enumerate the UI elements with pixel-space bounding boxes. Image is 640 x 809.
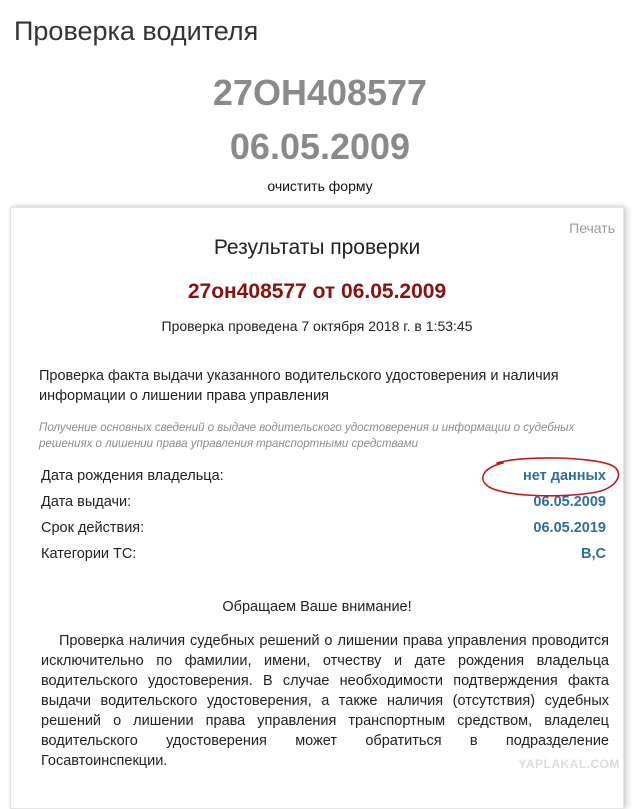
results-subtitle: 27он408577 от 06.05.2009 (187, 280, 447, 303)
field-row-categories: Категории ТС: B,C (41, 546, 606, 568)
check-timestamp: Проверка проведена 7 октября 2018 г. в 1… (161, 318, 473, 334)
section-note: Получение основных сведений о выдаче вод… (39, 422, 575, 450)
notice-heading: Обращаем Ваше внимание! (222, 599, 412, 615)
field-row-expiry-date: Срок действия: 06.05.2019 (41, 520, 606, 542)
section-heading: Проверка факта выдачи указанного водител… (39, 368, 559, 404)
notice-body: Проверка наличия судебных решений о лише… (41, 633, 609, 769)
issue-date-display: 06.05.2009 (229, 126, 411, 167)
field-value: 06.05.2019 (533, 520, 606, 536)
field-row-birth-date: Дата рождения владельца: нет данных (41, 468, 606, 490)
field-label: Дата рождения владельца: (41, 468, 224, 484)
print-link[interactable]: Печать (569, 220, 615, 236)
site-watermark: YAPLAKAL.COM (518, 757, 620, 771)
results-title: Результаты проверки (213, 236, 421, 259)
page-title: Проверка водителя (14, 16, 259, 46)
clear-form-link[interactable]: очистить форму (0, 178, 640, 194)
field-value: 06.05.2009 (533, 494, 606, 510)
field-label: Категории ТС: (41, 546, 137, 562)
field-label: Дата выдачи: (41, 494, 132, 510)
field-row-issue-date: Дата выдачи: 06.05.2009 (41, 494, 606, 516)
license-number-display: 27ОН408577 (212, 72, 428, 113)
results-card: Печать Результаты проверки 27он408577 от… (10, 207, 624, 809)
field-value: нет данных (523, 468, 606, 484)
field-value: B,C (581, 546, 606, 562)
field-label: Срок действия: (41, 520, 145, 536)
